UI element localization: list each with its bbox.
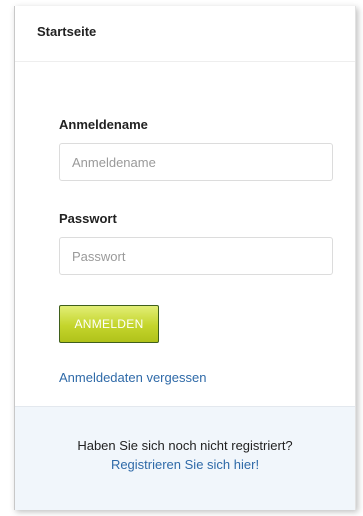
login-button[interactable]: ANMELDEN	[59, 305, 159, 343]
password-input[interactable]	[59, 237, 333, 275]
page-header: Startseite	[15, 6, 355, 62]
register-link[interactable]: Registrieren Sie sich hier!	[111, 457, 259, 472]
password-label: Passwort	[59, 211, 117, 226]
register-prompt: Haben Sie sich noch nicht registriert?	[77, 438, 293, 453]
page-title: Startseite	[37, 24, 97, 39]
username-input[interactable]	[59, 143, 333, 181]
register-section: Haben Sie sich noch nicht registriert? R…	[15, 406, 355, 510]
forgot-credentials-link[interactable]: Anmeldedaten vergessen	[59, 370, 206, 385]
login-panel: Startseite Anmeldename Passwort ANMELDEN…	[14, 6, 356, 510]
username-label: Anmeldename	[59, 117, 148, 132]
login-form: Anmeldename Passwort ANMELDEN Anmeldedat…	[15, 117, 355, 387]
